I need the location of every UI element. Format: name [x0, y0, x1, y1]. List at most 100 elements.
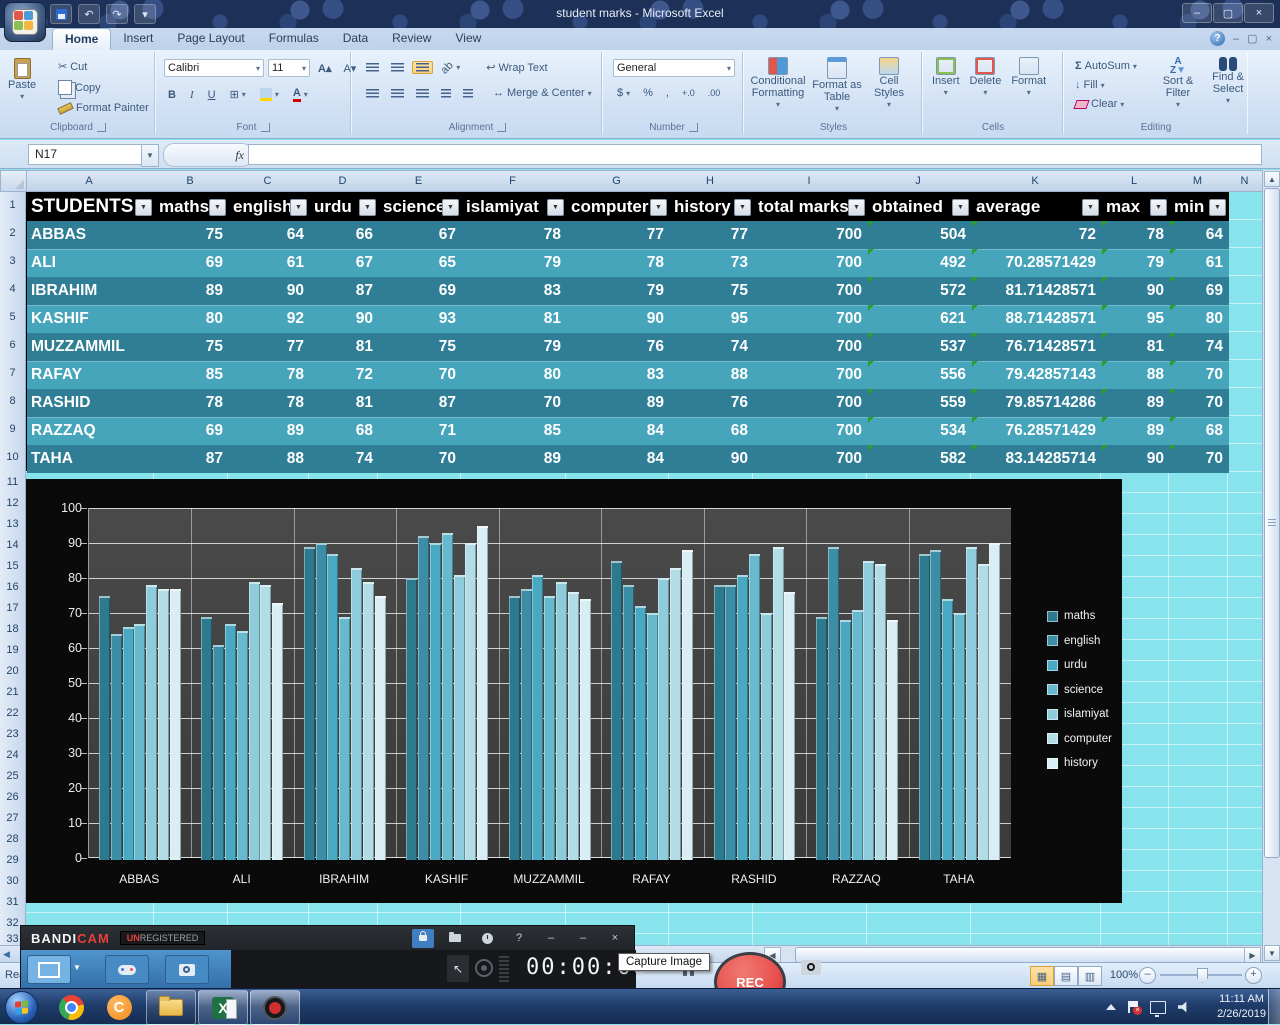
bar-islamiyat-IBRAHIM[interactable]: [351, 568, 362, 861]
show-desktop-button[interactable]: [1268, 989, 1280, 1025]
insert-cells-button[interactable]: Insert▾: [932, 57, 960, 99]
filter-dropdown-maths[interactable]: ▼: [209, 199, 226, 216]
volume-icon[interactable]: [1178, 1001, 1190, 1013]
format-cells-button[interactable]: Format▾: [1011, 57, 1046, 99]
start-button[interactable]: [5, 991, 38, 1024]
tab-page-layout[interactable]: Page Layout: [165, 28, 256, 50]
mark-cell[interactable]: 70.28571429: [972, 249, 1102, 277]
row-header-7[interactable]: 7: [0, 359, 26, 388]
mark-cell[interactable]: 78: [155, 389, 229, 417]
format-as-table-button[interactable]: Format as Table▾: [812, 57, 862, 115]
mark-cell[interactable]: 700: [754, 249, 868, 277]
mark-cell[interactable]: 572: [868, 277, 972, 305]
filter-dropdown-obtained[interactable]: ▼: [952, 199, 969, 216]
close-button[interactable]: ×: [1244, 3, 1274, 23]
zoom-level[interactable]: 100%: [1110, 969, 1138, 981]
mark-cell[interactable]: 83: [462, 277, 567, 305]
mode-dropdown[interactable]: ▼: [73, 963, 81, 972]
row-header-8[interactable]: 8: [0, 387, 26, 416]
mark-cell[interactable]: 700: [754, 333, 868, 361]
student-name-cell[interactable]: RAZZAQ: [27, 417, 155, 445]
student-name-cell[interactable]: MUZZAMMIL: [27, 333, 155, 361]
row-header-24[interactable]: 24: [0, 744, 26, 766]
bar-english-TAHA[interactable]: [930, 550, 941, 860]
game-recording-mode-button[interactable]: [105, 955, 149, 984]
bar-english-RAFAY[interactable]: [623, 585, 634, 860]
mark-cell[interactable]: 92: [229, 305, 310, 333]
vertical-scroll-thumb[interactable]: [1264, 188, 1280, 858]
font-color-button[interactable]: A▾: [289, 85, 312, 104]
scroll-right-arrow[interactable]: ▶: [1244, 947, 1261, 963]
bandicam-tray-button[interactable]: –: [572, 929, 594, 948]
accounting-format-button[interactable]: $▾: [613, 85, 634, 101]
column-header-G[interactable]: G: [565, 170, 669, 192]
workbook-minimize-button[interactable]: –: [1233, 33, 1239, 45]
mark-cell[interactable]: 89: [462, 445, 567, 473]
bar-maths-MUZZAMMIL[interactable]: [509, 596, 520, 861]
bar-islamiyat-KASHIF[interactable]: [454, 575, 465, 861]
mark-cell[interactable]: 70: [379, 445, 462, 473]
mark-cell[interactable]: 67: [379, 221, 462, 249]
row-header-2[interactable]: 2: [0, 219, 26, 248]
redo-button[interactable]: ↷: [106, 4, 128, 24]
scroll-up-arrow[interactable]: ▲: [1264, 171, 1280, 187]
row-header-12[interactable]: 12: [0, 492, 26, 514]
bar-english-ALI[interactable]: [213, 645, 224, 861]
tab-view[interactable]: View: [443, 28, 493, 50]
bar-urdu-RASHID[interactable]: [737, 575, 748, 861]
row-header-3[interactable]: 3: [0, 247, 26, 276]
mark-cell[interactable]: 68: [310, 417, 379, 445]
cut-button[interactable]: ✂Cut: [54, 58, 153, 75]
bandicam-title-bar[interactable]: BANDICAM UNREGISTERED ? – – ×: [21, 926, 634, 950]
bar-islamiyat-MUZZAMMIL[interactable]: [556, 582, 567, 861]
merge-center-button[interactable]: ↔Merge & Center▾: [489, 85, 596, 101]
mark-cell[interactable]: 78: [567, 249, 670, 277]
student-name-cell[interactable]: KASHIF: [27, 305, 155, 333]
mark-cell[interactable]: 64: [1170, 221, 1229, 249]
row-header-22[interactable]: 22: [0, 702, 26, 724]
mark-cell[interactable]: 83: [567, 361, 670, 389]
mark-cell[interactable]: 70: [1170, 361, 1229, 389]
bar-history-TAHA[interactable]: [989, 543, 1000, 860]
bar-maths-KASHIF[interactable]: [406, 578, 417, 860]
bandicam-minimize-button[interactable]: –: [540, 929, 562, 948]
font-size-select[interactable]: 11▾: [268, 59, 310, 77]
font-dialog-launcher[interactable]: [261, 123, 270, 132]
row-header-16[interactable]: 16: [0, 576, 26, 598]
column-header-B[interactable]: B: [153, 170, 228, 192]
middle-align-button[interactable]: [387, 61, 408, 74]
mark-cell[interactable]: 81: [310, 333, 379, 361]
bar-computer-IBRAHIM[interactable]: [363, 582, 374, 861]
bar-history-RASHID[interactable]: [784, 592, 795, 860]
row-header-14[interactable]: 14: [0, 534, 26, 556]
device-recording-mode-button[interactable]: [165, 955, 209, 984]
filter-dropdown-science[interactable]: ▼: [442, 199, 459, 216]
mark-cell[interactable]: 700: [754, 417, 868, 445]
row-header-19[interactable]: 19: [0, 639, 26, 661]
mark-cell[interactable]: 504: [868, 221, 972, 249]
mark-cell[interactable]: 67: [310, 249, 379, 277]
mark-cell[interactable]: 70: [462, 389, 567, 417]
fill-color-button[interactable]: ▾: [256, 86, 283, 103]
row-header-9[interactable]: 9: [0, 415, 26, 444]
qat-customize-dropdown[interactable]: ▾: [134, 4, 156, 24]
bar-islamiyat-ALI[interactable]: [249, 582, 260, 861]
bar-computer-ABBAS[interactable]: [158, 589, 169, 861]
mark-cell[interactable]: 700: [754, 305, 868, 333]
mark-cell[interactable]: 89: [1102, 417, 1170, 445]
mark-cell[interactable]: 700: [754, 361, 868, 389]
column-header-H[interactable]: H: [668, 170, 753, 192]
bar-islamiyat-TAHA[interactable]: [966, 547, 977, 861]
row-header-26[interactable]: 26: [0, 786, 26, 808]
help-icon[interactable]: ?: [1210, 31, 1225, 46]
mark-cell[interactable]: 85: [155, 361, 229, 389]
legend-item-islamiyat[interactable]: islamiyat: [1047, 708, 1109, 720]
mark-cell[interactable]: 64: [229, 221, 310, 249]
legend-item-science[interactable]: science: [1047, 684, 1103, 696]
mark-cell[interactable]: 77: [229, 333, 310, 361]
legend-item-english[interactable]: english: [1047, 635, 1100, 647]
mark-cell[interactable]: 80: [1170, 305, 1229, 333]
underline-button[interactable]: U: [204, 87, 220, 103]
mark-cell[interactable]: 88: [1102, 361, 1170, 389]
row-header-31[interactable]: 31: [0, 891, 26, 913]
